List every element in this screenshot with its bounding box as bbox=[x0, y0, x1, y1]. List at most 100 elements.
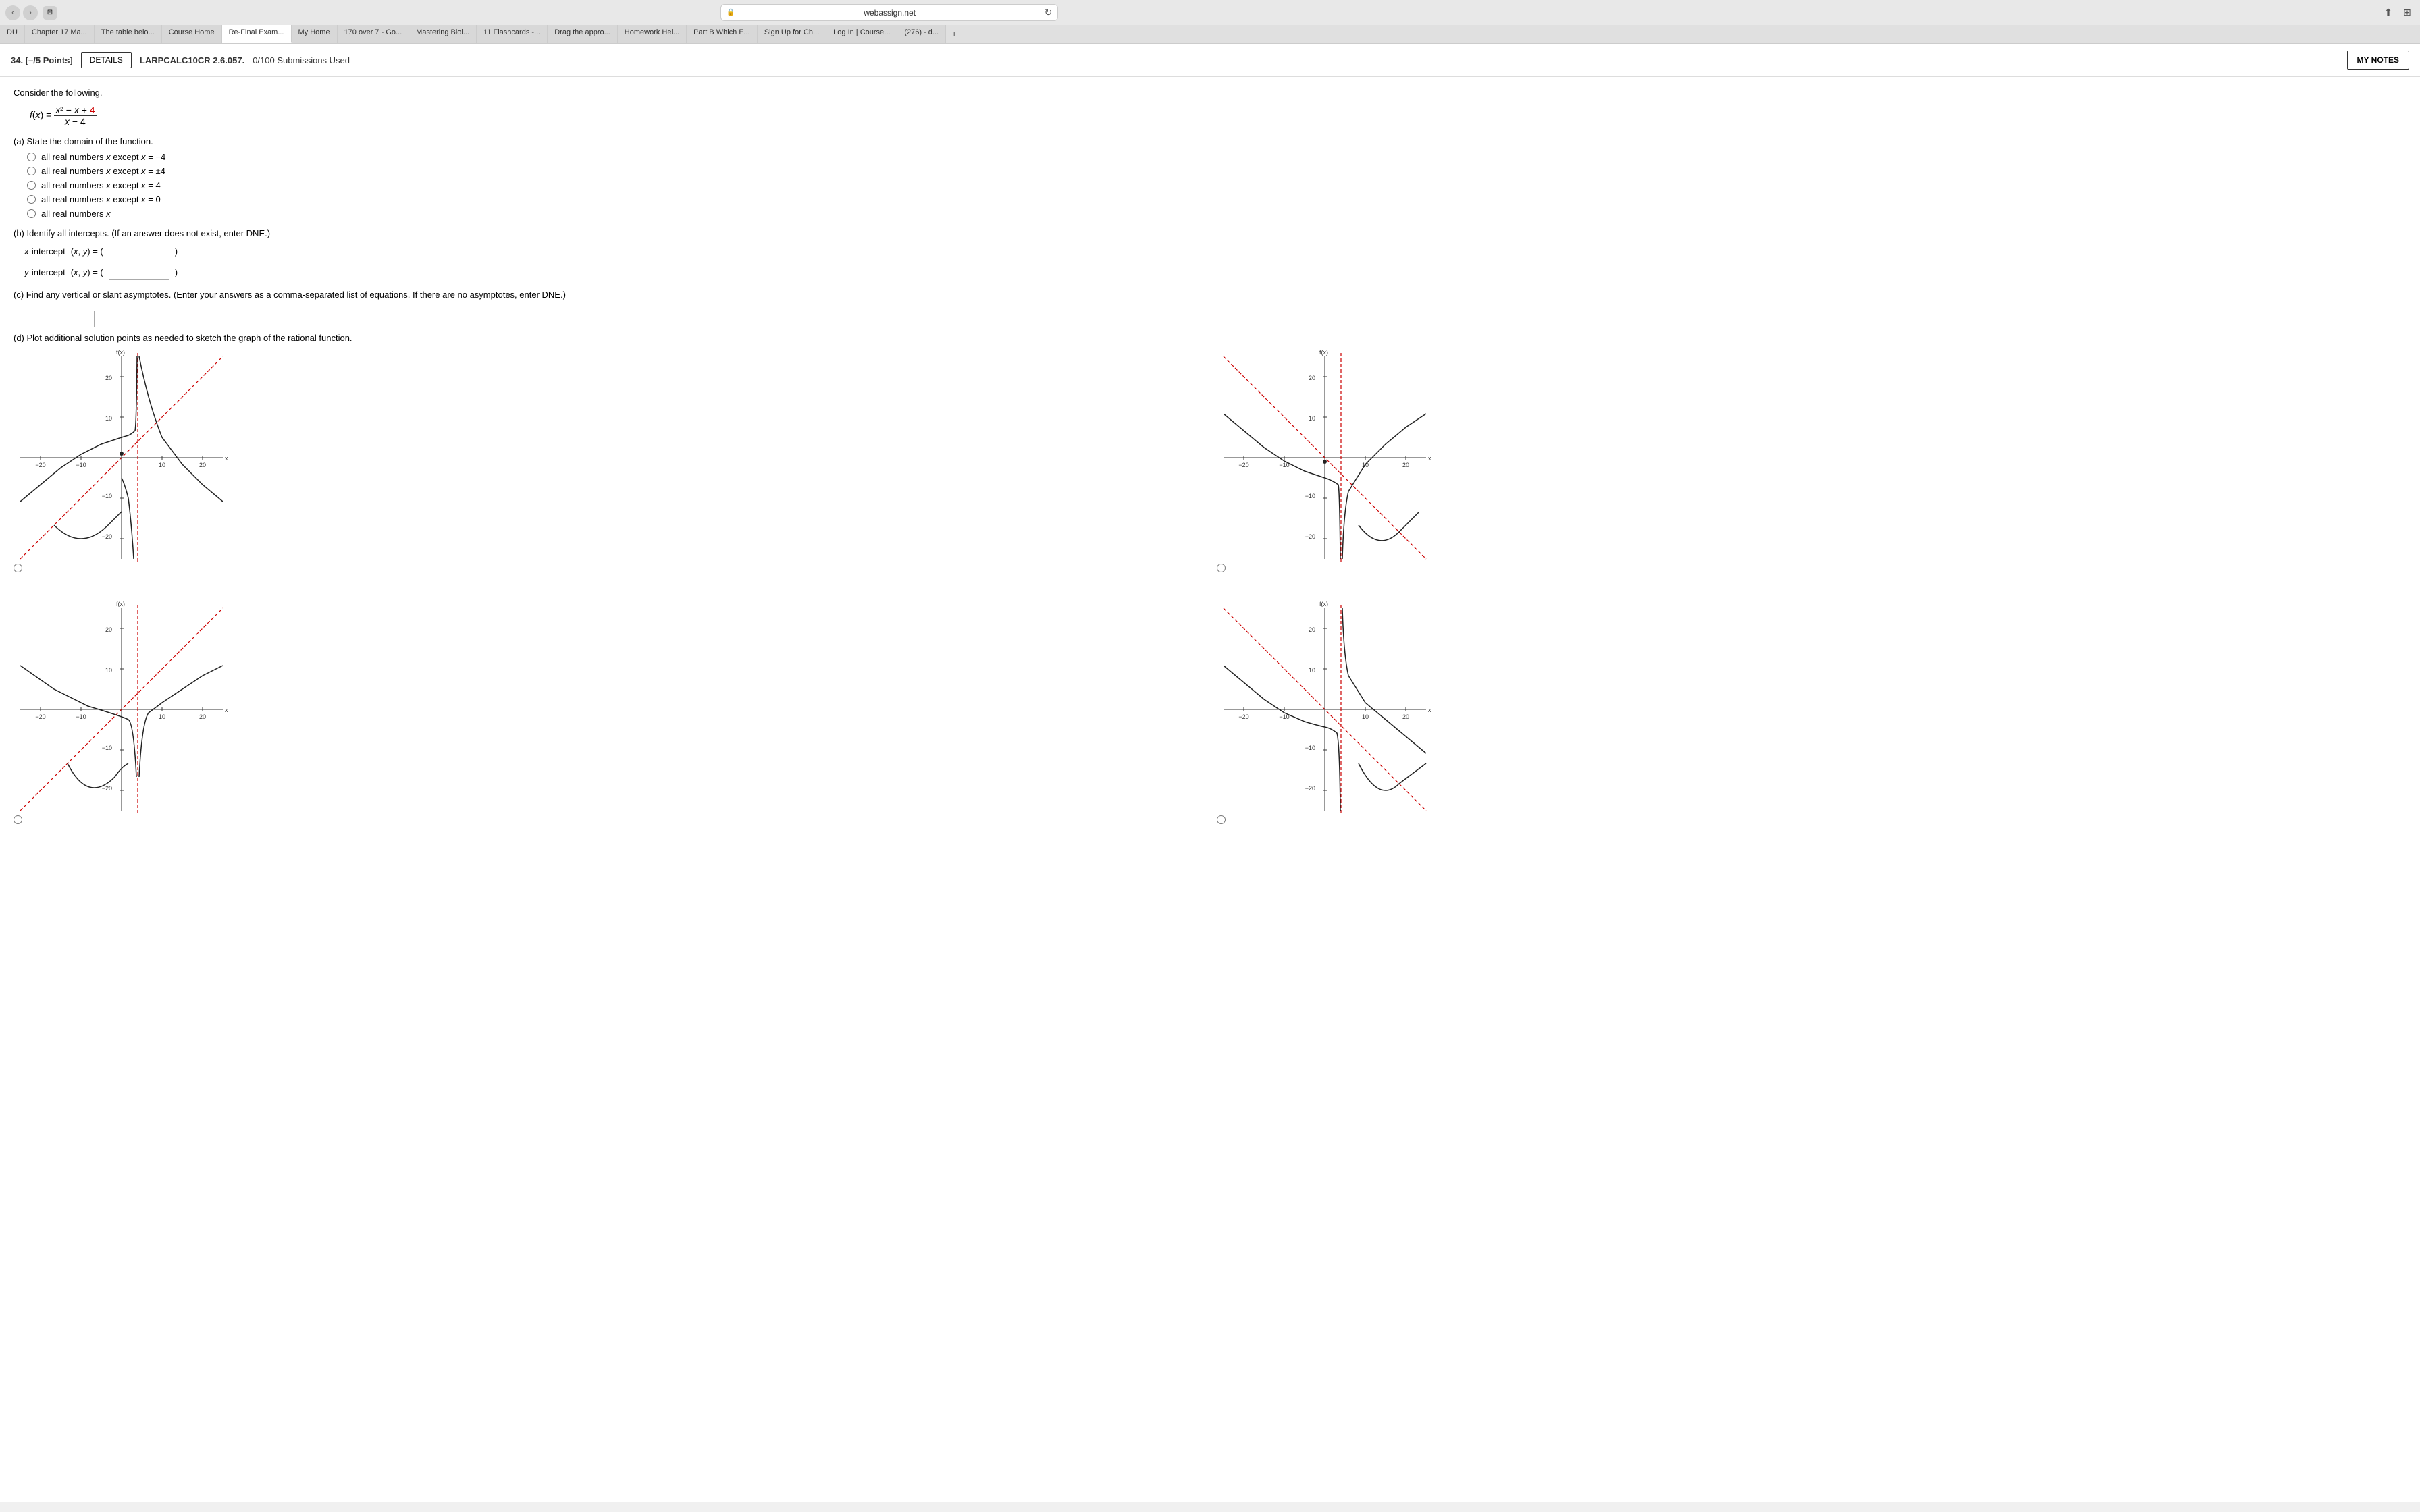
question-header: 34. [–/5 Points] DETAILS LARPCALC10CR 2.… bbox=[0, 44, 2420, 77]
tab-table[interactable]: The table belo... bbox=[95, 25, 162, 43]
radio-option-1[interactable] bbox=[27, 153, 36, 161]
svg-text:10: 10 bbox=[1309, 667, 1315, 674]
part-b-label: (b) Identify all intercepts. (If an answ… bbox=[14, 228, 2406, 238]
x-intercept-label: x-intercept bbox=[24, 246, 65, 256]
y-intercept-prefix: (x, y) = ( bbox=[71, 267, 103, 277]
x-intercept-input[interactable] bbox=[109, 244, 169, 259]
graph-4-svg: −20 −10 10 20 x 20 10 −10 −20 f(x) bbox=[1217, 601, 1433, 817]
svg-text:f(x): f(x) bbox=[1319, 350, 1328, 356]
radio-option-2[interactable] bbox=[27, 167, 36, 176]
part-d-label: (d) Plot additional solution points as n… bbox=[14, 333, 2406, 343]
tab-myhome[interactable]: My Home bbox=[292, 25, 338, 43]
svg-text:x: x bbox=[1428, 707, 1431, 713]
tab-refinal[interactable]: Re-Final Exam... bbox=[222, 25, 292, 43]
svg-text:−20: −20 bbox=[35, 713, 45, 720]
x-intercept-suffix: ) bbox=[175, 246, 178, 256]
graph-3-radio[interactable] bbox=[14, 815, 22, 824]
svg-text:10: 10 bbox=[159, 713, 165, 720]
graph-2-radio[interactable] bbox=[1217, 564, 1226, 572]
tab-signup[interactable]: Sign Up for Ch... bbox=[758, 25, 826, 43]
option-5: all real numbers x bbox=[27, 209, 2406, 219]
radio-option-5[interactable] bbox=[27, 209, 36, 218]
svg-text:−10: −10 bbox=[76, 462, 86, 468]
question-number: 34. [–/5 Points] bbox=[11, 55, 73, 65]
option-3-text: all real numbers x except x = 4 bbox=[41, 180, 161, 190]
tab-login[interactable]: Log In | Course... bbox=[826, 25, 897, 43]
svg-text:x: x bbox=[225, 455, 228, 462]
tab-drag[interactable]: Drag the appro... bbox=[548, 25, 618, 43]
graph-3-svg: −20 −10 10 20 x 20 10 −10 −20 f(x) bbox=[14, 601, 230, 817]
radio-option-3[interactable] bbox=[27, 181, 36, 190]
svg-text:−20: −20 bbox=[1238, 713, 1248, 720]
tab-homework[interactable]: Homework Hel... bbox=[618, 25, 687, 43]
graph-1-radio[interactable] bbox=[14, 564, 22, 572]
address-bar: 🔒 webassign.net ↻ bbox=[720, 4, 1058, 21]
svg-text:−10: −10 bbox=[102, 745, 112, 751]
graph-1-container: −20 −10 10 20 x 20 10 −10 −20 f(x) bbox=[14, 350, 1203, 568]
tab-partb[interactable]: Part B Which E... bbox=[687, 25, 758, 43]
svg-text:f(x): f(x) bbox=[116, 601, 125, 608]
tab-mastering[interactable]: Mastering Biol... bbox=[409, 25, 477, 43]
svg-text:10: 10 bbox=[105, 667, 112, 674]
function-fraction: x² − x + 4 x − 4 bbox=[54, 105, 96, 127]
lock-icon: 🔒 bbox=[727, 9, 735, 16]
back-button[interactable]: ‹ bbox=[5, 5, 20, 20]
tab-276[interactable]: (276) - d... bbox=[897, 25, 946, 43]
option-2-text: all real numbers x except x = ±4 bbox=[41, 166, 165, 176]
option-1-text: all real numbers x except x = −4 bbox=[41, 152, 165, 162]
new-tab-button[interactable]: ⊞ bbox=[2400, 5, 2415, 20]
x-intercept-row: x-intercept (x, y) = ( ) bbox=[24, 244, 2406, 259]
svg-text:x: x bbox=[1428, 455, 1431, 462]
svg-text:10: 10 bbox=[105, 415, 112, 422]
svg-text:−10: −10 bbox=[102, 493, 112, 500]
svg-text:10: 10 bbox=[1309, 415, 1315, 422]
add-tab-button[interactable]: + bbox=[946, 25, 962, 43]
radio-option-4[interactable] bbox=[27, 195, 36, 204]
tab-du[interactable]: DU bbox=[0, 25, 25, 43]
y-intercept-label: y-intercept bbox=[24, 267, 65, 277]
tab-170over7[interactable]: 170 over 7 - Go... bbox=[338, 25, 410, 43]
graph-1-svg: −20 −10 10 20 x 20 10 −10 −20 f(x) bbox=[14, 350, 230, 566]
graph-4-radio[interactable] bbox=[1217, 815, 1226, 824]
details-button[interactable]: DETAILS bbox=[81, 52, 132, 68]
option-4-text: all real numbers x except x = 0 bbox=[41, 194, 161, 205]
svg-text:−20: −20 bbox=[102, 533, 112, 540]
svg-text:−10: −10 bbox=[1305, 745, 1315, 751]
graph-4-container: −20 −10 10 20 x 20 10 −10 −20 f(x) bbox=[1217, 601, 2406, 819]
url-text: webassign.net bbox=[739, 8, 1041, 18]
tabs-bar: DU Chapter 17 Ma... The table belo... Co… bbox=[0, 25, 2420, 43]
tab-flashcards[interactable]: 11 Flashcards -... bbox=[477, 25, 548, 43]
option-3: all real numbers x except x = 4 bbox=[27, 180, 2406, 190]
svg-text:f(x): f(x) bbox=[1319, 601, 1328, 608]
consider-text: Consider the following. bbox=[14, 88, 2406, 98]
tab-chapter17[interactable]: Chapter 17 Ma... bbox=[25, 25, 95, 43]
reload-button[interactable]: ↻ bbox=[1045, 7, 1053, 18]
svg-text:20: 20 bbox=[199, 713, 206, 720]
svg-text:20: 20 bbox=[105, 375, 112, 381]
svg-text:10: 10 bbox=[159, 462, 165, 468]
svg-text:−20: −20 bbox=[35, 462, 45, 468]
part-c-label: (c) Find any vertical or slant asymptote… bbox=[14, 290, 2406, 300]
tab-coursehome[interactable]: Course Home bbox=[162, 25, 222, 43]
svg-text:20: 20 bbox=[1309, 375, 1315, 381]
x-intercept-prefix: (x, y) = ( bbox=[71, 246, 103, 256]
y-intercept-row: y-intercept (x, y) = ( ) bbox=[24, 265, 2406, 280]
svg-text:20: 20 bbox=[1402, 462, 1409, 468]
option-5-text: all real numbers x bbox=[41, 209, 111, 219]
y-intercept-input[interactable] bbox=[109, 265, 169, 280]
function-display: f(x) = x² − x + 4 x − 4 bbox=[30, 105, 2406, 127]
option-1: all real numbers x except x = −4 bbox=[27, 152, 2406, 162]
svg-text:−20: −20 bbox=[1305, 785, 1315, 792]
asymptote-input[interactable] bbox=[14, 310, 95, 327]
svg-text:20: 20 bbox=[1309, 626, 1315, 633]
share-button[interactable]: ⬆ bbox=[2381, 5, 2396, 20]
window-toggle-button[interactable]: ⊡ bbox=[43, 6, 57, 20]
my-notes-button[interactable]: MY NOTES bbox=[2347, 51, 2409, 70]
submissions-count: 0/100 Submissions Used bbox=[253, 55, 350, 65]
svg-text:−20: −20 bbox=[1238, 462, 1248, 468]
y-intercept-suffix: ) bbox=[175, 267, 178, 277]
content-body: Consider the following. f(x) = x² − x + … bbox=[0, 77, 2420, 830]
forward-button[interactable]: › bbox=[23, 5, 38, 20]
svg-text:20: 20 bbox=[199, 462, 206, 468]
part-a-label: (a) State the domain of the function. bbox=[14, 136, 2406, 146]
